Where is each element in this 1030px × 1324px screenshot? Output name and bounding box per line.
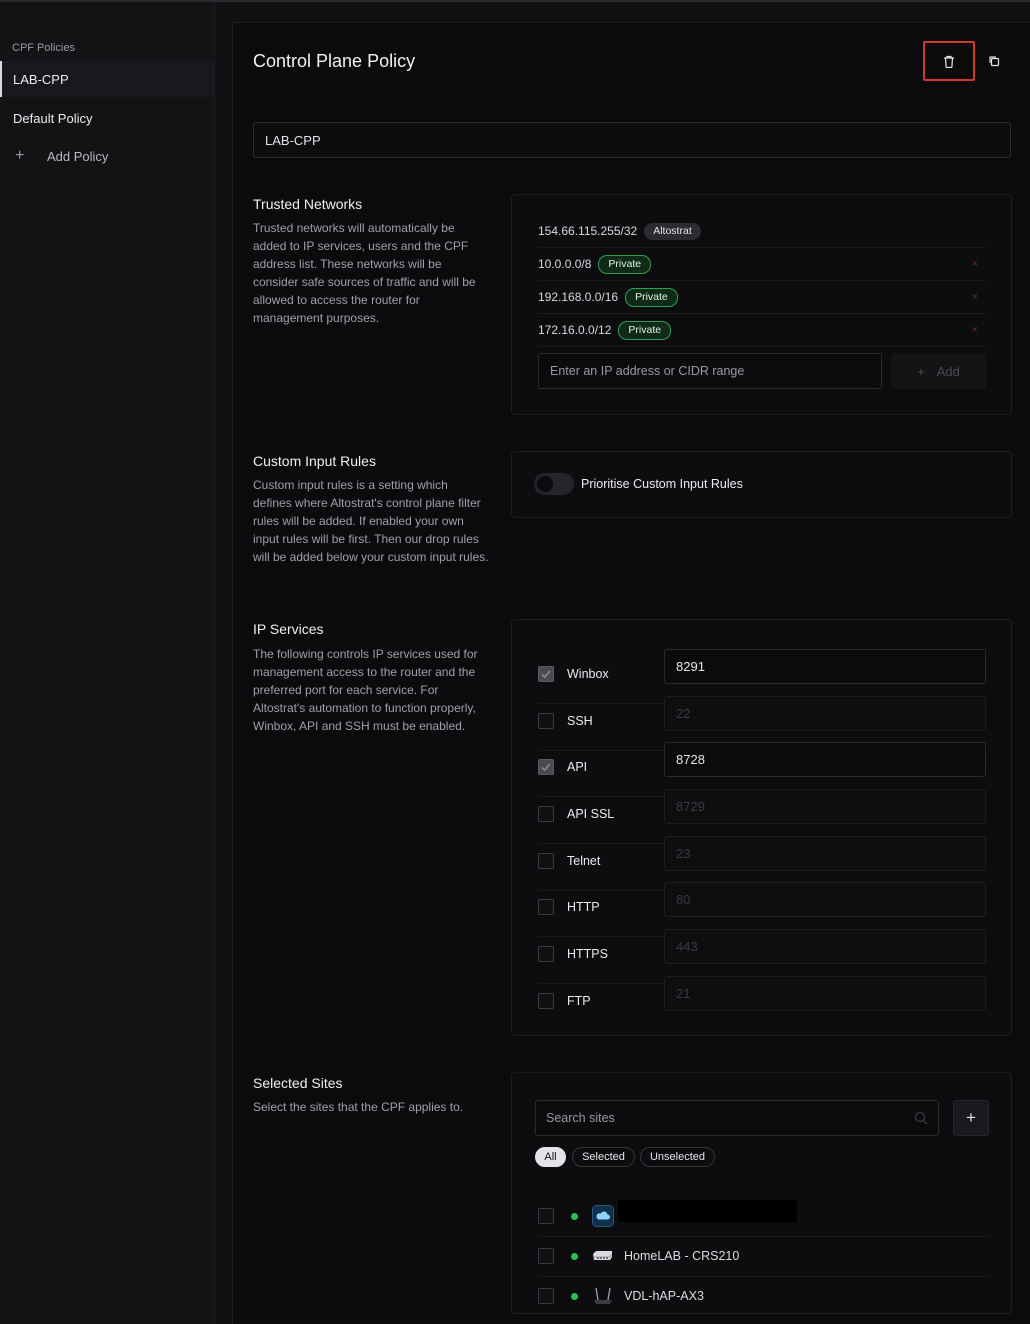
custom-input-rules-description: Custom input rules is a setting which de…: [253, 478, 489, 564]
switch-icon: [593, 1251, 613, 1260]
site-checkbox[interactable]: [538, 1208, 554, 1224]
network-badge: Altostrat: [644, 222, 701, 240]
trash-icon: [944, 55, 954, 68]
site-checkbox[interactable]: [538, 1288, 554, 1304]
redacted-site-name: [618, 1200, 797, 1222]
filter-selected[interactable]: Selected: [572, 1147, 635, 1167]
sidebar-item-label: Default Policy: [13, 110, 93, 126]
network-cidr: 172.16.0.0/12: [538, 323, 612, 337]
service-name: FTP: [567, 994, 591, 1008]
add-network-button[interactable]: + Add: [891, 353, 986, 389]
port-input[interactable]: [664, 929, 986, 964]
sidebar-item-default-policy[interactable]: Default Policy: [0, 100, 214, 136]
service-name: API: [567, 760, 588, 774]
prioritise-custom-rules-toggle[interactable]: [534, 473, 574, 495]
service-checkbox[interactable]: [538, 759, 554, 775]
main-panel: Control Plane Policy Trusted Networks Tr…: [232, 22, 1030, 1324]
port-input[interactable]: [664, 976, 986, 1011]
custom-input-rules-title: Custom Input Rules: [253, 453, 376, 469]
checkmark-icon: [541, 763, 551, 772]
remove-network-icon[interactable]: ×: [972, 324, 978, 336]
site-row: [538, 1197, 990, 1237]
online-status-dot: [571, 1253, 578, 1260]
custom-input-rules-card: Prioritise Custom Input Rules: [511, 451, 1012, 518]
trusted-networks-card: 154.66.115.255/32 Altostrat 10.0.0.0/8 P…: [511, 194, 1012, 415]
online-status-dot: [571, 1293, 578, 1300]
network-row: 192.168.0.0/16 Private ×: [538, 281, 986, 314]
service-name: API SSL: [567, 807, 615, 821]
filter-all[interactable]: All: [535, 1147, 566, 1167]
selected-sites-card: + All Selected Unselected Home: [511, 1072, 1012, 1314]
network-badge: Private: [598, 254, 652, 274]
service-checkbox[interactable]: [538, 993, 554, 1009]
ip-cidr-input[interactable]: [538, 353, 882, 389]
service-checkbox[interactable]: [538, 806, 554, 822]
search-icon: [914, 1111, 928, 1125]
duplicate-policy-button[interactable]: [968, 41, 1020, 81]
network-badge: Private: [625, 287, 678, 307]
service-checkbox[interactable]: [538, 853, 554, 869]
network-cidr: 10.0.0.0/8: [538, 257, 592, 271]
site-name: VDL-hAP-AX3: [624, 1289, 704, 1303]
service-name: SSH: [567, 714, 593, 728]
trusted-networks-description: Trusted networks will automatically be a…: [253, 221, 476, 325]
service-checkbox[interactable]: [538, 946, 554, 962]
site-name: HomeLAB - CRS210: [624, 1249, 740, 1263]
site-row: VDL-hAP-AX3: [538, 1277, 990, 1317]
site-search-input[interactable]: [536, 1101, 906, 1135]
policy-name-input[interactable]: [253, 122, 1011, 158]
remove-network-icon[interactable]: ×: [972, 258, 978, 270]
sidebar-item-label: LAB-CPP: [13, 71, 69, 87]
service-checkbox[interactable]: [538, 713, 554, 729]
trusted-networks-title: Trusted Networks: [253, 196, 363, 212]
service-row-ftp: FTP: [538, 976, 986, 1031]
port-input[interactable]: [664, 742, 986, 777]
service-name: Telnet: [567, 854, 601, 868]
remove-network-icon[interactable]: ×: [972, 291, 978, 303]
service-name: HTTP: [567, 900, 600, 914]
site-row: HomeLAB - CRS210: [538, 1237, 990, 1277]
site-checkbox[interactable]: [538, 1248, 554, 1264]
router-icon: [594, 1287, 612, 1304]
selected-sites-title: Selected Sites: [253, 1075, 343, 1091]
add-policy-button[interactable]: + Add Policy: [0, 138, 214, 174]
copy-icon: [989, 56, 1000, 67]
port-input[interactable]: [664, 882, 986, 917]
network-cidr: 192.168.0.0/16: [538, 290, 619, 304]
cloud-icon: [592, 1205, 614, 1227]
plus-icon: +: [15, 147, 25, 164]
add-network-label: Add: [936, 363, 960, 379]
checkmark-icon: [541, 670, 551, 679]
port-input[interactable]: [664, 696, 986, 731]
port-input[interactable]: [664, 836, 986, 871]
sidebar-heading: CPF Policies: [12, 42, 75, 54]
add-site-button[interactable]: +: [953, 1100, 989, 1136]
port-input[interactable]: [664, 649, 986, 684]
network-badge: Private: [618, 320, 672, 340]
ip-services-title: IP Services: [253, 621, 324, 637]
network-cidr: 154.66.115.255/32: [538, 224, 638, 238]
add-policy-label: Add Policy: [47, 148, 109, 164]
network-row: 172.16.0.0/12 Private ×: [538, 314, 986, 347]
port-input[interactable]: [664, 789, 986, 824]
sidebar-item-lab-cpp[interactable]: LAB-CPP: [0, 61, 214, 97]
sidebar: CPF Policies LAB-CPP Default Policy + Ad…: [0, 2, 215, 1324]
service-name: HTTPS: [567, 947, 608, 961]
ip-services-card: Winbox SSH API API SSL Telnet HTTP: [511, 619, 1012, 1036]
network-row: 154.66.115.255/32 Altostrat: [538, 215, 986, 248]
site-search-box: [535, 1100, 939, 1136]
online-status-dot: [571, 1213, 578, 1220]
plus-icon: +: [917, 363, 925, 379]
page-title: Control Plane Policy: [253, 51, 416, 71]
service-checkbox[interactable]: [538, 899, 554, 915]
service-name: Winbox: [567, 667, 609, 681]
ip-services-description: The following controls IP services used …: [253, 647, 478, 733]
selected-sites-description: Select the sites that the CPF applies to…: [253, 1100, 464, 1114]
toggle-label: Prioritise Custom Input Rules: [581, 477, 743, 491]
toggle-knob: [537, 476, 553, 492]
service-checkbox[interactable]: [538, 666, 554, 682]
network-row: 10.0.0.0/8 Private ×: [538, 248, 986, 281]
filter-unselected[interactable]: Unselected: [640, 1147, 715, 1167]
